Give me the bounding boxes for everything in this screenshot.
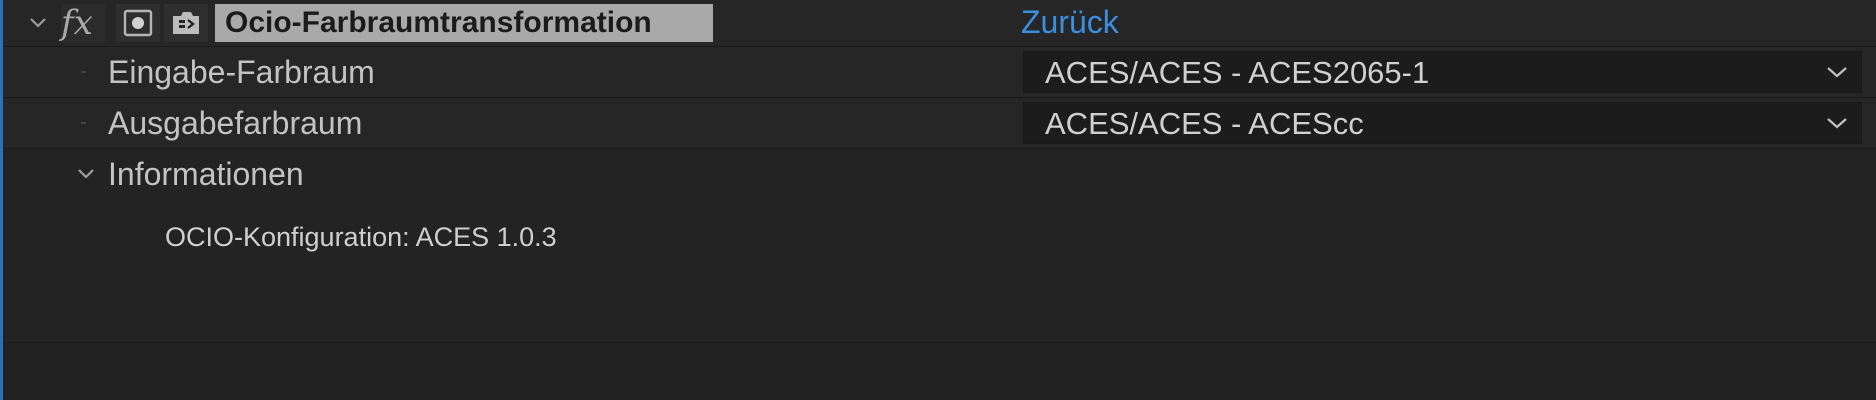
info-group-header: Informationen	[3, 149, 1876, 200]
panel-footer	[3, 343, 1876, 400]
param-label-output-colorspace: Ausgabefarbraum	[108, 105, 363, 141]
ocio-config-text: OCIO-Konfiguration: ACES 1.0.3	[165, 222, 557, 252]
param-label-input-colorspace: Eingabe-Farbraum	[108, 54, 375, 90]
chevron-down-icon	[1827, 118, 1847, 129]
output-colorspace-dropdown[interactable]: ACES/ACES - ACEScc	[1023, 102, 1862, 144]
effect-twirl-chevron-down-icon[interactable]	[27, 12, 49, 34]
effect-header: fx Ocio-Farbraumtransformation Zurück	[3, 0, 1876, 47]
output-colorspace-value: ACES/ACES - ACEScc	[1045, 106, 1364, 141]
effect-controls-panel: fx Ocio-Farbraumtransformation Zurück Ei…	[0, 0, 1876, 400]
input-colorspace-dropdown[interactable]: ACES/ACES - ACES2065-1	[1023, 51, 1862, 93]
effect-enable-icon[interactable]	[116, 4, 160, 42]
param-bullet	[81, 122, 86, 124]
info-twirl-chevron-down-icon[interactable]	[75, 163, 97, 185]
fx-icon[interactable]: fx	[61, 4, 105, 42]
info-group-body: OCIO-Konfiguration: ACES 1.0.3	[3, 200, 1876, 343]
input-colorspace-value: ACES/ACES - ACES2065-1	[1045, 55, 1430, 90]
param-bullet	[81, 71, 86, 73]
fx-label: fx	[61, 3, 93, 43]
info-group-label: Informationen	[108, 156, 304, 192]
chevron-down-icon	[1827, 67, 1847, 78]
preset-icon[interactable]	[164, 4, 208, 42]
reset-link[interactable]: Zurück	[1021, 2, 1119, 42]
effect-name-label[interactable]: Ocio-Farbraumtransformation	[215, 4, 713, 42]
param-row-output-colorspace: Ausgabefarbraum ACES/ACES - ACEScc	[3, 98, 1876, 149]
param-row-input-colorspace: Eingabe-Farbraum ACES/ACES - ACES2065-1	[3, 47, 1876, 98]
